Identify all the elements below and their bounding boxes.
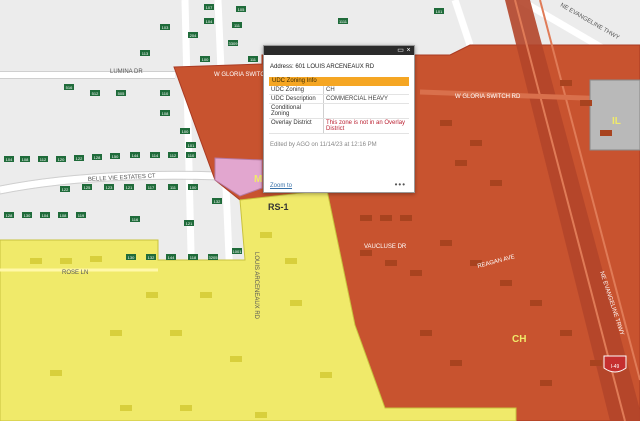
interstate-shield-icon: I-49 (603, 355, 627, 373)
parcel-number-label: 125 (84, 185, 91, 190)
zone-label-rs1: RS-1 (268, 202, 289, 212)
field-value: COMMERCIAL HEAVY (323, 94, 409, 104)
table-row: UDC Description COMMERCIAL HEAVY (269, 94, 409, 104)
parcel-number-label: 120 (58, 157, 65, 162)
field-label: Overlay District (269, 118, 324, 134)
parcel-number-label: 132 (214, 199, 221, 204)
parcel-number-label: 121 (126, 185, 133, 190)
popup-address: Address: 601 LOUIS ARCENEAUX RD (270, 64, 375, 70)
parcel-number-label: 130 (24, 213, 31, 218)
field-label: Conditional Zoning (269, 103, 324, 119)
field-value (323, 103, 409, 119)
parcel-number-label: 101 (436, 9, 443, 14)
parcel-number-label: 3309 (229, 41, 239, 46)
parcel-number-label: 107 (206, 5, 213, 10)
field-label: UDC Description (269, 94, 324, 104)
parcel-number-label: 103 (162, 25, 169, 30)
parcel-number-label: 512 (92, 91, 99, 96)
parcel-number-label: 108 (22, 157, 29, 162)
parcel-number-label: 128 (6, 213, 13, 218)
street-label-lumina: LUMINA DR (110, 69, 143, 75)
street-label-louis: LOUIS ARCENEAUX RD (253, 252, 259, 320)
zoning-info-popup: ▭ × Address: 601 LOUIS ARCENEAUX RD UDC … (263, 45, 415, 193)
parcel-number-label: 117 (148, 185, 155, 190)
field-label: UDC Zoning (269, 86, 324, 95)
parcel-number-label: 150 (112, 154, 119, 159)
parcel-number-label: 114 (152, 153, 159, 158)
parcel-number-label: 108 (162, 111, 169, 116)
parcel-number-label: 111 (250, 57, 257, 62)
parcel-number-label: 144 (168, 255, 175, 260)
parcel-number-label: 123 (106, 185, 113, 190)
popup-section-title: UDC Zoning Info (269, 77, 409, 86)
parcel-number-label: 111 (234, 23, 241, 28)
zone-label-ch: CH (512, 334, 526, 345)
parcel-number-label: 118 (190, 255, 197, 260)
parcel-number-label: 110 (162, 91, 169, 96)
parcel-number-label: 108 (60, 213, 67, 218)
field-value: This zone is not in an Overlay District (323, 118, 409, 134)
parcel-number-label: 112 (40, 157, 47, 162)
parcel-number-label: 1111 (339, 19, 348, 24)
zoom-to-link[interactable]: Zoom to (270, 183, 292, 189)
parcel-number-label: 204 (190, 33, 197, 38)
zone-label-m: M (254, 174, 262, 185)
parcel-number-label: 1001 (233, 249, 243, 254)
maximize-icon[interactable]: ▭ (397, 47, 404, 54)
parcel-number-label: 100 (190, 185, 197, 190)
parcel-number-label: 105 (238, 7, 245, 12)
table-row: UDC Zoning CH (269, 86, 409, 95)
parcel-number-label: 104 (206, 19, 213, 24)
svg-text:I-49: I-49 (611, 364, 620, 370)
parcel-number-label: 119 (78, 213, 85, 218)
parcel-number-label: 100 (182, 129, 189, 134)
parcel-number-label: 122 (76, 156, 83, 161)
parcel-number-label: 101 (188, 143, 195, 148)
parcel-number-label: 116 (132, 217, 139, 222)
parcel-number-label: 3205 (209, 255, 219, 260)
popup-edited-note: Edited by AGO on 11/14/23 at 12:16 PM (270, 142, 377, 148)
parcel-number-label: 111 (170, 185, 177, 190)
table-row: Conditional Zoning (269, 103, 409, 119)
parcel-number-label: 100 (202, 57, 209, 62)
parcel-number-label: 112 (170, 153, 177, 158)
table-row: Overlay District This zone is not in an … (269, 118, 409, 134)
street-label-gloria-2: W GLORIA SWITCH RD (455, 94, 521, 100)
field-value: CH (323, 86, 409, 95)
popup-title-bar: ▭ × (264, 46, 414, 55)
zoning-info-table: UDC Zoning CH UDC Description COMMERCIAL… (269, 86, 409, 134)
parcel-number-label: 104 (42, 213, 49, 218)
close-icon[interactable]: × (405, 47, 412, 54)
parcel-number-label: 121 (186, 221, 193, 226)
parcel-number-label: 128 (94, 155, 101, 160)
parcel-number-label: 104 (6, 157, 13, 162)
zone-il[interactable] (589, 79, 640, 151)
zone-label-il: IL (612, 116, 621, 127)
street-label-vaucluse: VAUCLUSE DR (364, 244, 407, 250)
parcel-number-label: 132 (148, 255, 155, 260)
parcel-number-label: 516 (66, 85, 73, 90)
parcel-number-label: 130 (128, 255, 135, 260)
parcel-number-label: 110 (188, 153, 195, 158)
street-label-rose: ROSE LN (62, 270, 88, 276)
parcel-number-label: 122 (62, 187, 69, 192)
more-options-icon[interactable]: ••• (395, 180, 406, 189)
parcel-number-label: 505 (118, 91, 125, 96)
parcel-number-label: 144 (132, 153, 139, 158)
parcel-number-label: 113 (142, 51, 149, 56)
